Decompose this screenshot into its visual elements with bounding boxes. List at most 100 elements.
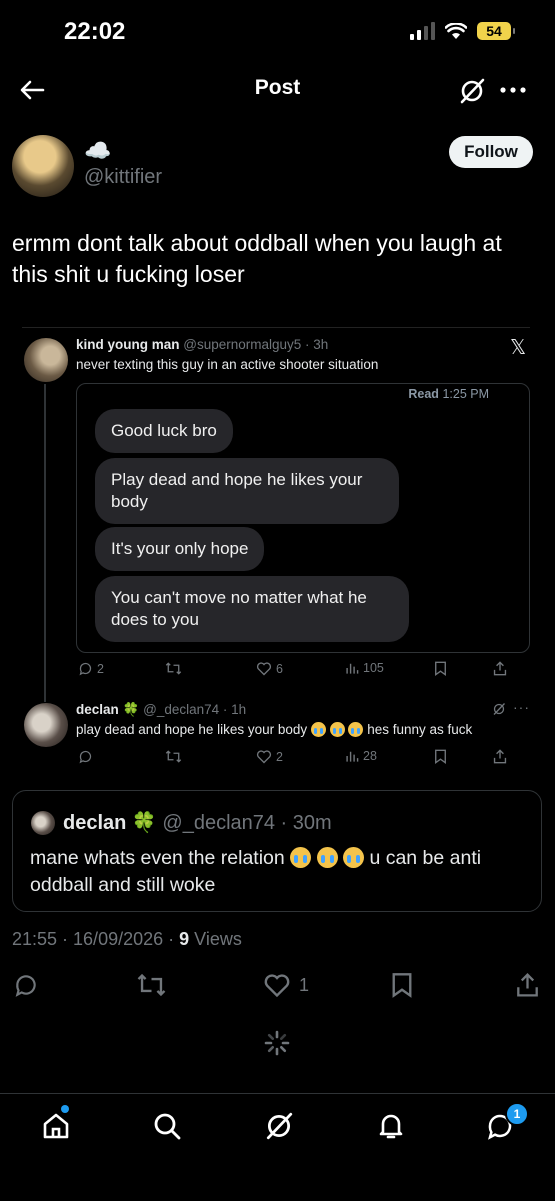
retweet-icon bbox=[137, 973, 166, 997]
nav-grok[interactable] bbox=[264, 1111, 294, 1146]
quoted-handle: @_declan74 · 30m bbox=[162, 812, 332, 834]
embedded-reply-count: 2 bbox=[97, 661, 104, 676]
read-label: Read bbox=[408, 387, 439, 401]
views-count[interactable]: 9 bbox=[179, 929, 189, 949]
reply-icon bbox=[79, 750, 92, 764]
message-bubble: You can't move no matter what he does to… bbox=[95, 576, 409, 642]
embedded-tweet-header: kind young man @supernormalguy5 · 3h bbox=[76, 337, 328, 352]
embedded-bookmark-button[interactable] bbox=[434, 661, 447, 676]
embedded-reply-name[interactable]: declan bbox=[76, 702, 119, 717]
crying-emoji bbox=[343, 847, 365, 868]
bookmark-icon bbox=[435, 749, 446, 764]
quoted-text-a: mane whats even the relation bbox=[30, 847, 285, 869]
embedded-reply-views[interactable]: 28 bbox=[345, 749, 377, 763]
views-icon bbox=[346, 751, 359, 762]
bookmark-button[interactable] bbox=[391, 972, 413, 1003]
bottom-navigation: 1 bbox=[0, 1093, 555, 1201]
nav-messages[interactable]: 1 bbox=[485, 1102, 529, 1146]
like-button[interactable]: 1 bbox=[263, 972, 309, 998]
quoted-text: mane whats even the relation u can be an… bbox=[30, 845, 530, 899]
quoted-post[interactable]: declan 🍀 @_declan74 · 30m mane whats eve… bbox=[12, 790, 542, 912]
crying-emoji bbox=[310, 722, 326, 737]
embedded-reply-reply-button[interactable] bbox=[78, 749, 93, 764]
bookmark-icon bbox=[392, 973, 412, 998]
nav-notifications[interactable] bbox=[376, 1111, 406, 1146]
crying-emoji bbox=[348, 722, 364, 737]
embedded-tweet-text: never texting this guy in an active shoo… bbox=[76, 357, 379, 372]
views-icon bbox=[346, 663, 359, 674]
home-icon bbox=[43, 1113, 69, 1139]
bookmark-icon bbox=[435, 661, 446, 676]
embedded-reply-retweet-button[interactable] bbox=[165, 749, 182, 764]
retweet-icon bbox=[165, 750, 182, 763]
crying-emoji bbox=[290, 847, 312, 868]
home-unread-dot bbox=[61, 1105, 69, 1113]
embedded-reply-like-count: 2 bbox=[276, 749, 283, 764]
embedded-reply-bookmark-button[interactable] bbox=[434, 749, 447, 764]
dm-screenshot: Read 1:25 PM Good luck bro Play dead and… bbox=[76, 383, 530, 653]
reply-button[interactable] bbox=[13, 972, 39, 1003]
embedded-reply-text: play dead and hope he likes your body he… bbox=[76, 722, 472, 737]
status-time: 22:02 bbox=[64, 18, 126, 45]
thread-line bbox=[44, 384, 46, 702]
embedded-reply-grok-icon bbox=[492, 702, 506, 721]
grok-icon bbox=[460, 78, 485, 104]
loading-spinner-icon bbox=[264, 1030, 290, 1061]
quoted-avatar bbox=[31, 811, 55, 835]
post-meta: 21:55 · 16/09/2026 · 9 Views bbox=[12, 929, 242, 950]
post-text: ermm dont talk about oddball when you la… bbox=[12, 230, 502, 287]
more-options-button[interactable] bbox=[498, 80, 528, 100]
post-timestamp: 21:55 · 16/09/2026 · bbox=[12, 929, 180, 949]
embedded-tweet-handle: @supernormalguy5 · 3h bbox=[183, 337, 329, 352]
embedded-reply-more-icon: ··· bbox=[513, 699, 530, 715]
quoted-name: declan bbox=[63, 812, 127, 834]
embedded-share-button[interactable] bbox=[493, 661, 507, 676]
author-avatar[interactable] bbox=[12, 135, 74, 197]
follow-button[interactable]: Follow bbox=[449, 136, 533, 168]
embedded-retweet-button[interactable] bbox=[165, 661, 182, 676]
message-bubble: It's your only hope bbox=[95, 527, 265, 571]
embedded-reply-text-b: hes funny as fuck bbox=[367, 722, 473, 737]
heart-icon bbox=[264, 974, 290, 998]
embedded-reply-button[interactable]: 2 bbox=[78, 661, 104, 676]
embedded-tweet-avatar[interactable] bbox=[24, 338, 68, 382]
embedded-reply-like-button[interactable]: 2 bbox=[256, 749, 283, 764]
clover-emoji: 🍀 bbox=[131, 812, 157, 834]
read-receipt: Read 1:25 PM bbox=[408, 387, 489, 401]
more-icon bbox=[500, 87, 526, 93]
battery-indicator: 54 bbox=[477, 22, 515, 40]
retweet-button[interactable] bbox=[136, 972, 167, 1003]
grok-button[interactable] bbox=[456, 75, 488, 107]
embedded-image-divider bbox=[22, 327, 530, 328]
embedded-reply-text-a: play dead and hope he likes your body bbox=[76, 722, 308, 737]
reply-icon bbox=[79, 662, 92, 676]
embedded-views[interactable]: 105 bbox=[345, 661, 384, 675]
embedded-view-count: 105 bbox=[363, 661, 384, 675]
search-icon bbox=[154, 1113, 181, 1140]
author-handle[interactable]: @kittifier bbox=[84, 166, 162, 189]
nav-home[interactable] bbox=[41, 1105, 71, 1146]
x-logo-icon: 𝕏 bbox=[510, 337, 527, 359]
share-button[interactable] bbox=[516, 972, 539, 1003]
embedded-like-button[interactable]: 6 bbox=[256, 661, 283, 676]
embedded-like-count: 6 bbox=[276, 661, 283, 676]
embedded-tweet-name[interactable]: kind young man bbox=[76, 337, 180, 352]
read-time: 1:25 PM bbox=[442, 387, 489, 401]
embedded-reply-avatar[interactable] bbox=[24, 703, 68, 747]
heart-icon bbox=[256, 750, 272, 764]
nav-search[interactable] bbox=[152, 1111, 182, 1146]
embedded-reply-share-button[interactable] bbox=[493, 749, 507, 764]
share-icon bbox=[493, 749, 507, 764]
views-label: Views bbox=[189, 929, 242, 949]
wifi-icon bbox=[445, 22, 467, 39]
grok-icon bbox=[266, 1112, 293, 1140]
message-bubble: Play dead and hope he likes your body bbox=[95, 458, 399, 524]
share-icon bbox=[517, 973, 538, 997]
crying-emoji bbox=[329, 722, 345, 737]
message-bubble: Good luck bro bbox=[95, 409, 233, 453]
quoted-header: declan 🍀 @_declan74 · 30m bbox=[63, 810, 332, 835]
heart-icon bbox=[256, 662, 272, 676]
crying-emoji bbox=[316, 847, 338, 868]
author-display-name: ☁️ bbox=[84, 138, 112, 163]
reply-icon bbox=[15, 975, 36, 997]
